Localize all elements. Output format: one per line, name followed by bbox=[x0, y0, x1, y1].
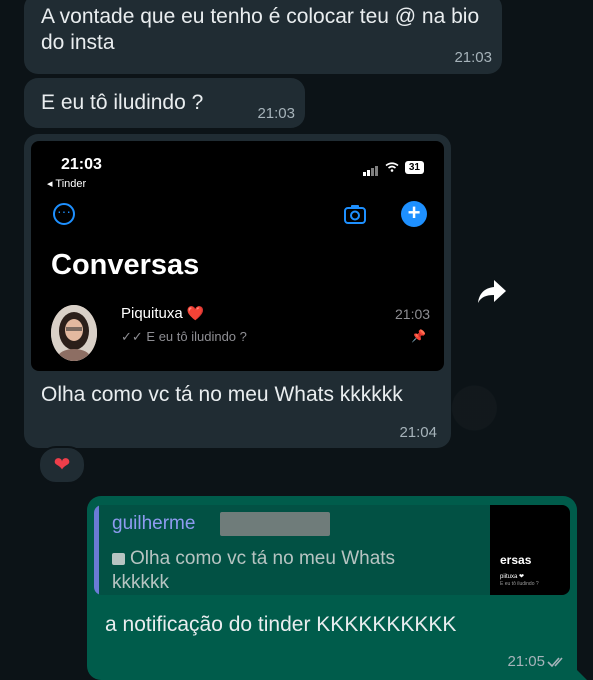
message-text: E eu tô iludindo ? bbox=[41, 91, 204, 114]
avatar bbox=[51, 305, 97, 361]
more-circle-icon: ··· bbox=[53, 203, 75, 225]
incoming-image-message[interactable]: 21:03 ◂ Tinder 31 ··· + Conversas Piquit… bbox=[24, 134, 451, 448]
message-time: 21:05 bbox=[507, 653, 545, 670]
incoming-message[interactable]: A vontade que eu tenho é colocar teu @ n… bbox=[24, 0, 502, 74]
plus-icon: + bbox=[401, 201, 427, 227]
status-time: 21:03 bbox=[61, 156, 102, 173]
battery-icon: 31 bbox=[404, 160, 424, 174]
quoted-thumbnail: ersas piituxa ❤ E eu tô iludindo ? bbox=[490, 505, 570, 595]
status-bar-icons: 31 bbox=[362, 158, 424, 176]
heart-reaction-icon[interactable]: ❤ bbox=[38, 446, 86, 484]
forward-icon[interactable] bbox=[476, 277, 508, 305]
thumb-preview: E eu tô iludindo ? bbox=[500, 581, 539, 587]
thumb-title: ersas bbox=[500, 553, 532, 567]
double-check-icon bbox=[547, 657, 563, 668]
message-time: 21:03 bbox=[454, 49, 492, 66]
pin-icon: 📌 bbox=[411, 329, 426, 343]
redacted-name bbox=[220, 512, 330, 536]
signal-icon bbox=[362, 158, 379, 176]
screen-title: Conversas bbox=[51, 249, 200, 281]
wifi-icon bbox=[385, 162, 399, 172]
contact-time: 21:03 bbox=[395, 306, 431, 322]
incoming-message[interactable]: E eu tô iludindo ? 21:03 bbox=[24, 78, 305, 128]
contact-name: Piquituxa ❤️ bbox=[121, 305, 205, 322]
message-text: a notificação do tinder KKKKKKKKKK bbox=[105, 613, 457, 636]
quoted-message[interactable]: guilherme Olha como vc tá no meu Whats k… bbox=[94, 505, 570, 595]
outgoing-reply-message[interactable]: guilherme Olha como vc tá no meu Whats k… bbox=[87, 496, 587, 680]
message-time: 21:04 bbox=[399, 424, 437, 441]
quote-bar bbox=[94, 505, 99, 595]
message-text: A vontade que eu tenho é colocar teu @ n… bbox=[41, 5, 480, 54]
thumb-name: piituxa ❤ bbox=[500, 574, 525, 580]
camera-icon bbox=[344, 205, 366, 224]
image-caption: Olha como vc tá no meu Whats kkkkkk bbox=[41, 383, 403, 406]
quoted-sender: guilherme bbox=[112, 513, 196, 534]
image-icon bbox=[112, 553, 125, 565]
quoted-text: Olha como vc tá no meu Whats kkkkkk bbox=[112, 548, 396, 593]
bubble-tail bbox=[575, 668, 587, 680]
message-time: 21:03 bbox=[257, 105, 295, 122]
screenshot-image[interactable]: 21:03 ◂ Tinder 31 ··· + Conversas Piquit… bbox=[31, 141, 444, 371]
contact-preview: ✓✓ E eu tô iludindo ? bbox=[121, 329, 247, 344]
heart-icon: ❤️ bbox=[186, 305, 205, 321]
back-to-tinder: ◂ Tinder bbox=[47, 178, 87, 190]
